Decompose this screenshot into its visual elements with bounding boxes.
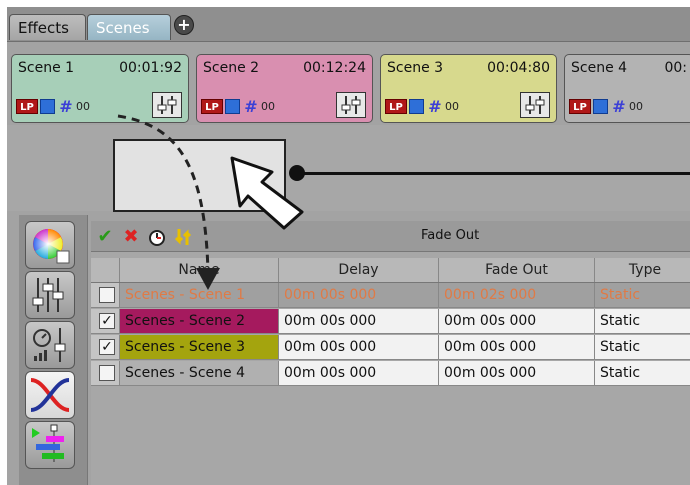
hash-icon: # [612,97,626,116]
row-delay[interactable]: 00m 00s 000 [278,309,438,333]
delete-icon[interactable]: ✖ [121,227,141,247]
scene-duration: 00:01:92 [119,60,182,76]
row-name: Scenes - Scene 4 [119,361,278,385]
table-row[interactable]: ✓ Scenes - Scene 2 00m 00s 000 00m 00s 000 S… [91,309,690,334]
scene-name: Scene 1 [18,60,75,76]
connector-line [297,172,690,175]
scene-icons: LP #00 [201,99,301,117]
lp-icon: LP [16,99,38,114]
scene-drop-target[interactable] [113,139,286,212]
lp-icon: LP [569,99,591,114]
row-delay[interactable]: 00m 00s 000 [278,283,438,307]
header-name[interactable]: Name [119,258,278,282]
row-type[interactable]: Static [594,335,690,359]
row-fade-out[interactable]: 00m 00s 000 [438,309,594,333]
tab-scenes[interactable]: Scenes [87,14,171,40]
tab-effects[interactable]: Effects [9,14,86,40]
lp-icon: LP [201,99,223,114]
scene-card[interactable]: Scene 2 00:12:24 LP #00 [196,54,373,123]
crossfade-icon[interactable] [25,371,75,419]
hash-icon: # [428,97,442,116]
row-type[interactable]: Static [594,309,690,333]
row-name: Scenes - Scene 2 [119,309,278,333]
row-delay[interactable]: 00m 00s 000 [278,361,438,385]
row-fade-out[interactable]: 00m 00s 000 [438,361,594,385]
fader-icon[interactable] [152,92,182,118]
scene-icons: LP #00 [16,99,116,117]
fader-speed-icon[interactable] [25,321,75,369]
scene-duration: 00:12:24 [303,60,366,76]
scene-count: 00 [76,100,90,113]
table-row[interactable]: Scenes - Scene 4 00m 00s 000 00m 00s 000 St… [91,361,690,386]
lp-icon: LP [385,99,407,114]
scene-count: 00 [261,100,275,113]
clock-icon[interactable] [147,227,167,247]
fader-icon[interactable] [520,92,550,118]
row-type[interactable]: Static [594,283,690,307]
table-row[interactable]: Scenes - Scene 1 00m 00s 000 00m 02s 000 St… [91,283,690,308]
row-checkbox[interactable] [99,365,115,381]
tab-bar: Effects Scenes + [7,7,690,42]
left-tool-panel [19,215,88,485]
row-checkbox[interactable]: ✓ [99,313,115,329]
header-type[interactable]: Type [594,258,690,282]
blue-square-icon [225,99,240,114]
scene-count: 00 [445,100,459,113]
checkmark-icon[interactable]: ✔ [95,227,115,247]
row-delay[interactable]: 00m 00s 000 [278,335,438,359]
scene-duration: 00: [664,60,687,76]
header-fade-out[interactable]: Fade Out [438,258,594,282]
color-wheel-icon[interactable] [25,221,75,269]
swap-icon[interactable] [173,227,193,247]
timeline-icon[interactable] [25,421,75,469]
row-fade-out[interactable]: 00m 02s 000 [438,283,594,307]
header-delay[interactable]: Delay [278,258,438,282]
blue-square-icon [40,99,55,114]
blue-square-icon [593,99,608,114]
grid-toolbar: ✔ ✖ Fade Out [91,221,690,252]
connector-dot[interactable] [289,165,305,181]
sliders-icon[interactable] [25,271,75,319]
fade-grid: ✔ ✖ Fade Out Name Delay Fade Out Type Sc… [91,221,690,485]
checkbox-cell: ✓ [91,335,119,359]
scene-icons: LP #00 [569,99,669,117]
scene-icons: LP #00 [385,99,485,117]
fader-icon[interactable] [336,92,366,118]
scene-card[interactable]: Scene 4 00: LP #00 [564,54,690,123]
workspace-canvas[interactable] [7,125,690,212]
hash-icon: # [59,97,73,116]
hash-icon: # [244,97,258,116]
scene-card[interactable]: Scene 3 00:04:80 LP #00 [380,54,557,123]
scene-card[interactable]: Scene 1 00:01:92 LP #00 [11,54,189,123]
row-checkbox[interactable]: ✓ [99,339,115,355]
scene-duration: 00:04:80 [487,60,550,76]
row-name: Scenes - Scene 1 [119,283,278,307]
checkbox-cell [91,361,119,385]
table-row[interactable]: ✓ Scenes - Scene 3 00m 00s 000 00m 00s 000 S… [91,335,690,360]
scene-name: Scene 4 [571,60,628,76]
app-window: Effects Scenes + Scene 1 00:01:92 LP #00 Sce… [7,7,690,485]
row-name: Scenes - Scene 3 [119,335,278,359]
row-type[interactable]: Static [594,361,690,385]
checkbox-cell [91,283,119,307]
blue-square-icon [409,99,424,114]
grid-title: Fade Out [421,228,480,243]
checkbox-cell: ✓ [91,309,119,333]
row-checkbox[interactable] [99,287,115,303]
scene-name: Scene 2 [203,60,260,76]
table-header: Name Delay Fade Out Type [91,258,690,283]
row-fade-out[interactable]: 00m 00s 000 [438,335,594,359]
add-tab-icon[interactable]: + [174,15,194,35]
scene-count: 00 [629,100,643,113]
scene-name: Scene 3 [387,60,444,76]
